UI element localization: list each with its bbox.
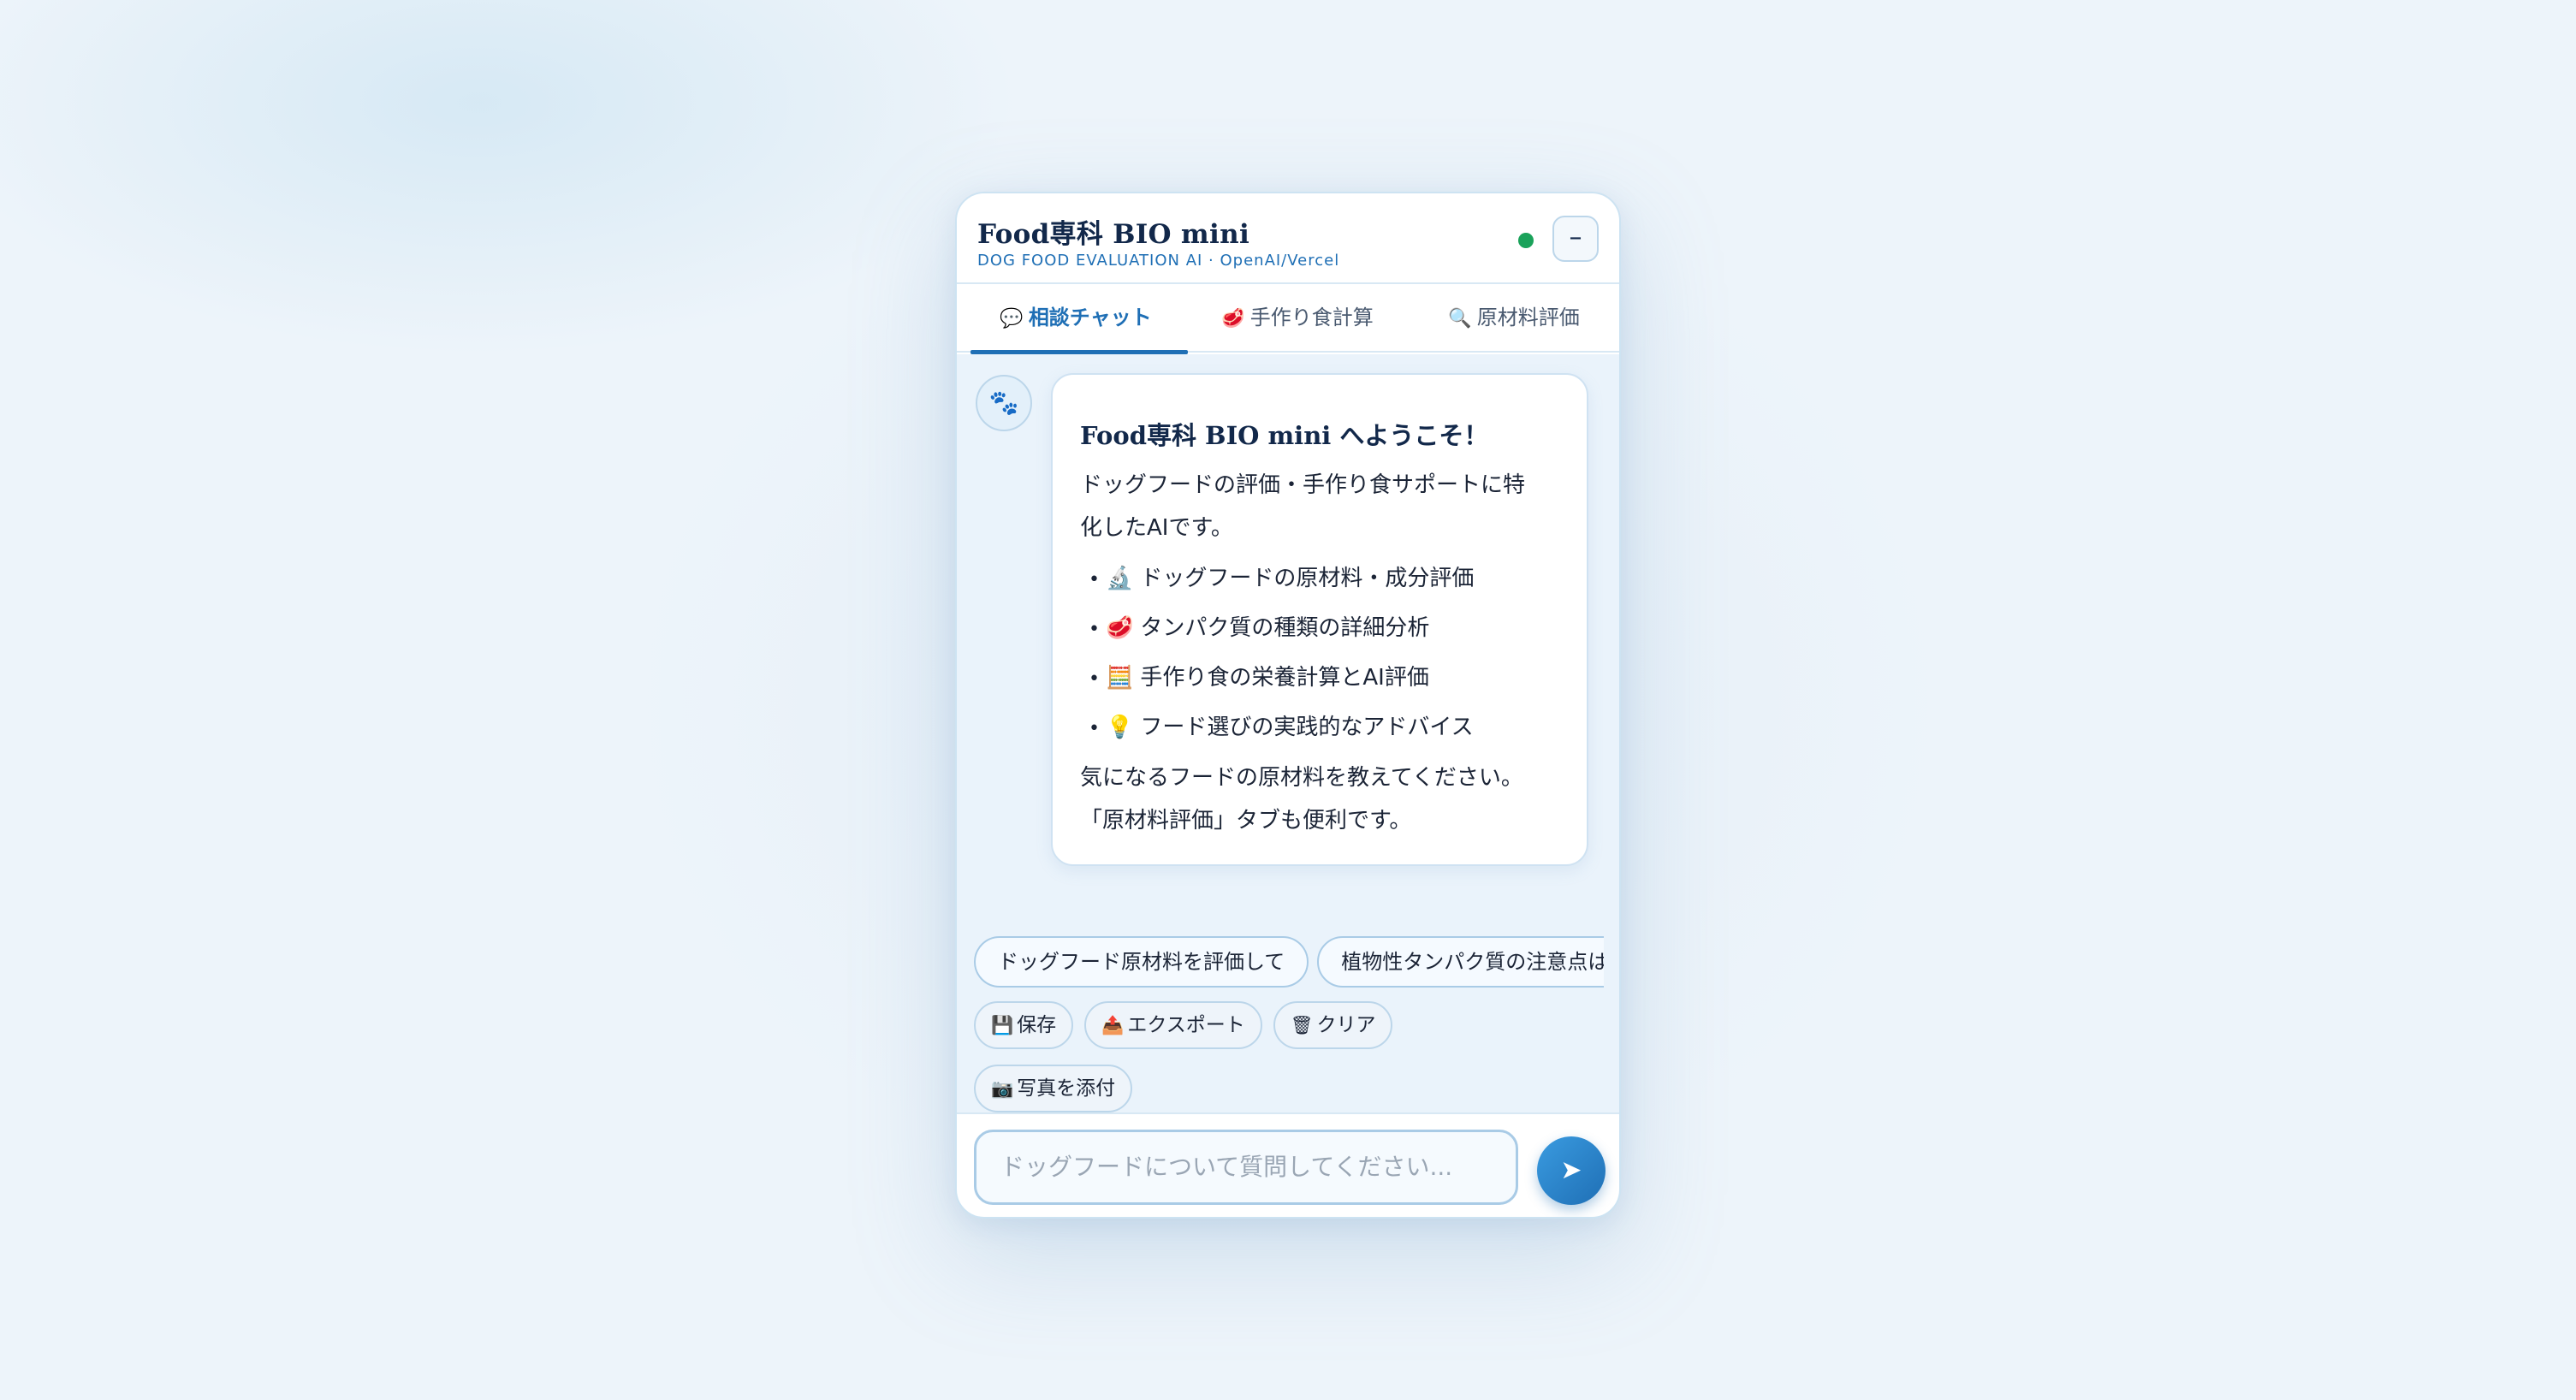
attach-row: 📷 写真を添付 — [974, 1065, 1139, 1112]
tab-label: 手作り食計算 — [1249, 306, 1374, 329]
app-title: Food専科 BIO mini — [977, 219, 1250, 250]
clear-label: クリア — [1316, 1014, 1376, 1036]
suggestion-chip[interactable]: ドッグフード原材料を評価して — [974, 936, 1309, 988]
export-label: エクスポート — [1127, 1014, 1245, 1036]
magnifier-icon: 🔍 — [1448, 308, 1472, 329]
lightbulb-icon: 💡 — [1106, 715, 1134, 740]
suggestion-chip[interactable]: 植物性タンパク質の注意点は — [1317, 936, 1604, 988]
welcome-heading: Food専科 BIO mini へようこそ！ — [1080, 421, 1489, 450]
list-item: • 💡 フード選びの実践的なアドバイス — [1080, 703, 1561, 753]
clear-button[interactable]: 🗑 クリア — [1273, 1001, 1393, 1049]
online-status-icon — [1518, 233, 1534, 248]
message-input[interactable]: ドッグフードについて質問してください... — [974, 1130, 1518, 1205]
attach-label: 写真を添付 — [1017, 1077, 1116, 1100]
assistant-message-bubble: Food専科 BIO mini へようこそ！ ドッグフードの評価・手作り食サポー… — [1051, 373, 1588, 866]
save-button[interactable]: 💾 保存 — [974, 1001, 1074, 1049]
outro-line: 「原材料評価」タブも便利です。 — [1080, 808, 1412, 833]
export-button[interactable]: 📤 エクスポート — [1084, 1001, 1262, 1049]
intro-line: 化したAIです。 — [1080, 515, 1233, 541]
microscope-icon: 🔬 — [1106, 566, 1134, 591]
outbox-icon: 📤 — [1101, 1015, 1125, 1035]
tab-ingredient-eval[interactable]: 🔍 原材料評価 — [1407, 284, 1619, 353]
paw-avatar-icon: 🐾 — [976, 375, 1032, 431]
attach-photo-button[interactable]: 📷 写真を添付 — [974, 1065, 1133, 1112]
list-item-text: タンパク質の種類の詳細分析 — [1140, 615, 1430, 641]
list-item: • 🧮 手作り食の栄養計算とAI評価 — [1080, 654, 1561, 703]
message-area[interactable]: 🐾 Food専科 BIO mini へようこそ！ ドッグフードの評価・手作り食サ… — [957, 354, 1619, 1114]
tab-bar: 💬 相談チャット 🥩 手作り食計算 🔍 原材料評価 — [957, 284, 1619, 354]
app-subtitle: DOG FOOD EVALUATION AI · OpenAI/Vercel — [977, 252, 1340, 270]
widget-header: Food専科 BIO mini DOG FOOD EVALUATION AI ·… — [957, 193, 1619, 284]
action-bar: 💾 保存 📤 エクスポート 🗑 クリア — [974, 1001, 1607, 1049]
list-item-text: 手作り食の栄養計算とAI評価 — [1140, 665, 1429, 691]
chat-widget: Food専科 BIO mini DOG FOOD EVALUATION AI ·… — [955, 192, 1621, 1219]
save-label: 保存 — [1017, 1014, 1057, 1036]
feature-list: • 🔬 ドッグフードの原材料・成分評価 • 🥩 タンパク質の種類の詳細分析 • 🧮 手作り食… — [1080, 555, 1561, 753]
speech-bubble-icon: 💬 — [1000, 308, 1024, 329]
suggestion-chips: ドッグフード原材料を評価して 植物性タンパク質の注意点は — [974, 936, 1604, 993]
send-button[interactable]: ➤ — [1537, 1136, 1606, 1205]
camera-icon: 📷 — [991, 1078, 1014, 1099]
outro-line: 気になるフードの原材料を教えてください。 — [1080, 765, 1523, 791]
tab-consult-chat[interactable]: 💬 相談チャット — [964, 284, 1188, 354]
tab-homemade-calc[interactable]: 🥩 手作り食計算 — [1188, 284, 1407, 353]
abacus-icon: 🧮 — [1106, 665, 1134, 691]
list-item-text: フード選びの実践的なアドバイス — [1140, 715, 1474, 740]
floppy-disk-icon: 💾 — [991, 1015, 1014, 1035]
tab-label: 相談チャット — [1028, 306, 1152, 329]
trash-icon: 🗑 — [1290, 1015, 1314, 1035]
intro-line: ドッグフードの評価・手作り食サポートに特 — [1080, 472, 1526, 498]
list-item-text: ドッグフードの原材料・成分評価 — [1140, 566, 1475, 591]
list-item: • 🥩 タンパク質の種類の詳細分析 — [1080, 604, 1561, 654]
meat-icon: 🥩 — [1221, 308, 1245, 329]
tab-label: 原材料評価 — [1476, 306, 1580, 329]
list-item: • 🔬 ドッグフードの原材料・成分評価 — [1080, 555, 1561, 604]
minimize-button[interactable]: – — [1552, 216, 1599, 262]
meat-icon: 🥩 — [1106, 615, 1134, 641]
